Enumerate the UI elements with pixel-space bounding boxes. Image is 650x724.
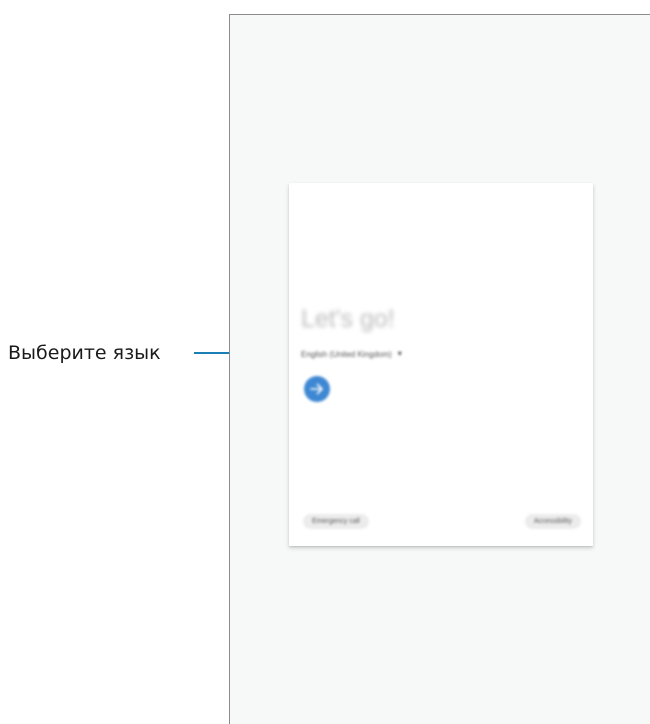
callout-label: Выберите язык: [8, 342, 161, 364]
welcome-heading: Let's go!: [301, 305, 395, 333]
setup-dialog: Let's go! English (United Kingdom) ▾ Eme…: [289, 183, 593, 546]
arrow-right-icon: [310, 383, 323, 395]
emergency-call-button[interactable]: Emergency call: [303, 514, 369, 529]
chevron-down-icon: ▾: [397, 349, 402, 358]
accessibility-button[interactable]: Accessibility: [524, 514, 581, 529]
next-button[interactable]: [304, 376, 330, 402]
language-dropdown[interactable]: English (United Kingdom) ▾: [301, 347, 402, 361]
language-value: English (United Kingdom): [301, 349, 392, 359]
